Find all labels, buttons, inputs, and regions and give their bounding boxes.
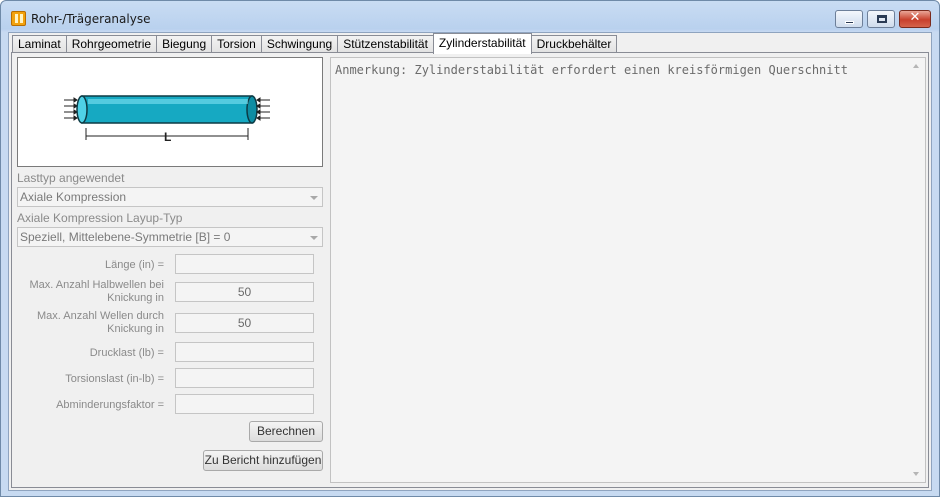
- minimize-icon: [845, 21, 854, 24]
- chevron-down-icon: [310, 236, 318, 240]
- load-type-select[interactable]: Axiale Kompression: [17, 187, 323, 207]
- close-icon: ✕: [909, 10, 921, 25]
- notes-scrollbar[interactable]: [908, 58, 925, 482]
- left-arrows-icon: [64, 97, 78, 121]
- add-to-report-button[interactable]: Zu Bericht hinzufügen: [203, 450, 323, 471]
- reduction-factor-field[interactable]: [175, 394, 314, 414]
- tube-diagram: L: [17, 57, 323, 167]
- scroll-down-icon[interactable]: [913, 472, 919, 476]
- max-waves-field[interactable]: 50: [175, 313, 314, 333]
- max-half-waves-field[interactable]: 50: [175, 282, 314, 302]
- notes-text: Anmerkung: Zylinderstabilität erfordert …: [335, 63, 848, 77]
- tab-panel-zylinderstabilitaet: L Lasttyp angewendet Axiale Kompression …: [11, 52, 929, 488]
- close-button[interactable]: ✕: [899, 10, 931, 28]
- scroll-up-icon[interactable]: [913, 64, 919, 68]
- notes-textarea[interactable]: Anmerkung: Zylinderstabilität erfordert …: [330, 57, 926, 483]
- layup-type-label: Axiale Kompression Layup-Typ: [17, 211, 183, 225]
- layup-type-value: Speziell, Mittelebene-Symmetrie [B] = 0: [20, 230, 231, 244]
- torsion-load-field[interactable]: [175, 368, 314, 388]
- tab-stuetzenstabilitaet[interactable]: Stützenstabilität: [337, 35, 434, 53]
- tube-icon: [76, 95, 258, 124]
- window-title: Rohr-/Trägeranalyse: [31, 12, 151, 26]
- minimize-button[interactable]: [835, 10, 863, 28]
- application-window: Rohr-/Trägeranalyse ✕ Laminat Rohrgeomet…: [0, 0, 940, 497]
- layup-type-select[interactable]: Speziell, Mittelebene-Symmetrie [B] = 0: [17, 227, 323, 247]
- length-field-label: Länge (in) =: [104, 259, 164, 271]
- tab-rohrgeometrie[interactable]: Rohrgeometrie: [65, 35, 158, 53]
- tab-torsion[interactable]: Torsion: [211, 35, 262, 53]
- right-arrows-icon: [256, 97, 270, 121]
- tab-zylinderstabilitaet[interactable]: Zylinderstabilität: [432, 33, 532, 54]
- maximize-button[interactable]: [867, 10, 895, 28]
- app-logo-icon: [11, 11, 26, 26]
- tab-strip: Laminat Rohrgeometrie Biegung Torsion Sc…: [12, 33, 618, 54]
- client-area: Laminat Rohrgeometrie Biegung Torsion Sc…: [8, 32, 932, 491]
- calculate-button[interactable]: Berechnen: [249, 421, 323, 442]
- tab-druckbehaelter[interactable]: Druckbehälter: [530, 35, 618, 53]
- tab-biegung[interactable]: Biegung: [156, 35, 213, 53]
- length-field[interactable]: [175, 254, 314, 274]
- chevron-down-icon: [310, 196, 318, 200]
- tab-laminat[interactable]: Laminat: [12, 35, 67, 53]
- max-waves-label: Max. Anzahl Wellen durch Knickung in: [37, 310, 164, 335]
- load-type-value: Axiale Kompression: [20, 190, 127, 204]
- compression-load-field[interactable]: [175, 342, 314, 362]
- tube-diagram-svg: L: [64, 95, 270, 144]
- title-bar[interactable]: Rohr-/Trägeranalyse ✕: [1, 1, 939, 32]
- reduction-factor-label: Abminderungsfaktor =: [56, 399, 164, 411]
- length-label: L: [164, 130, 171, 144]
- load-type-label: Lasttyp angewendet: [17, 171, 125, 185]
- maximize-icon: [877, 15, 887, 23]
- torsion-load-label: Torsionslast (in-lb) =: [65, 373, 164, 385]
- max-half-waves-label: Max. Anzahl Halbwellen bei Knickung in: [29, 279, 164, 304]
- compression-load-label: Drucklast (lb) =: [89, 347, 164, 359]
- tab-schwingung[interactable]: Schwingung: [260, 35, 339, 53]
